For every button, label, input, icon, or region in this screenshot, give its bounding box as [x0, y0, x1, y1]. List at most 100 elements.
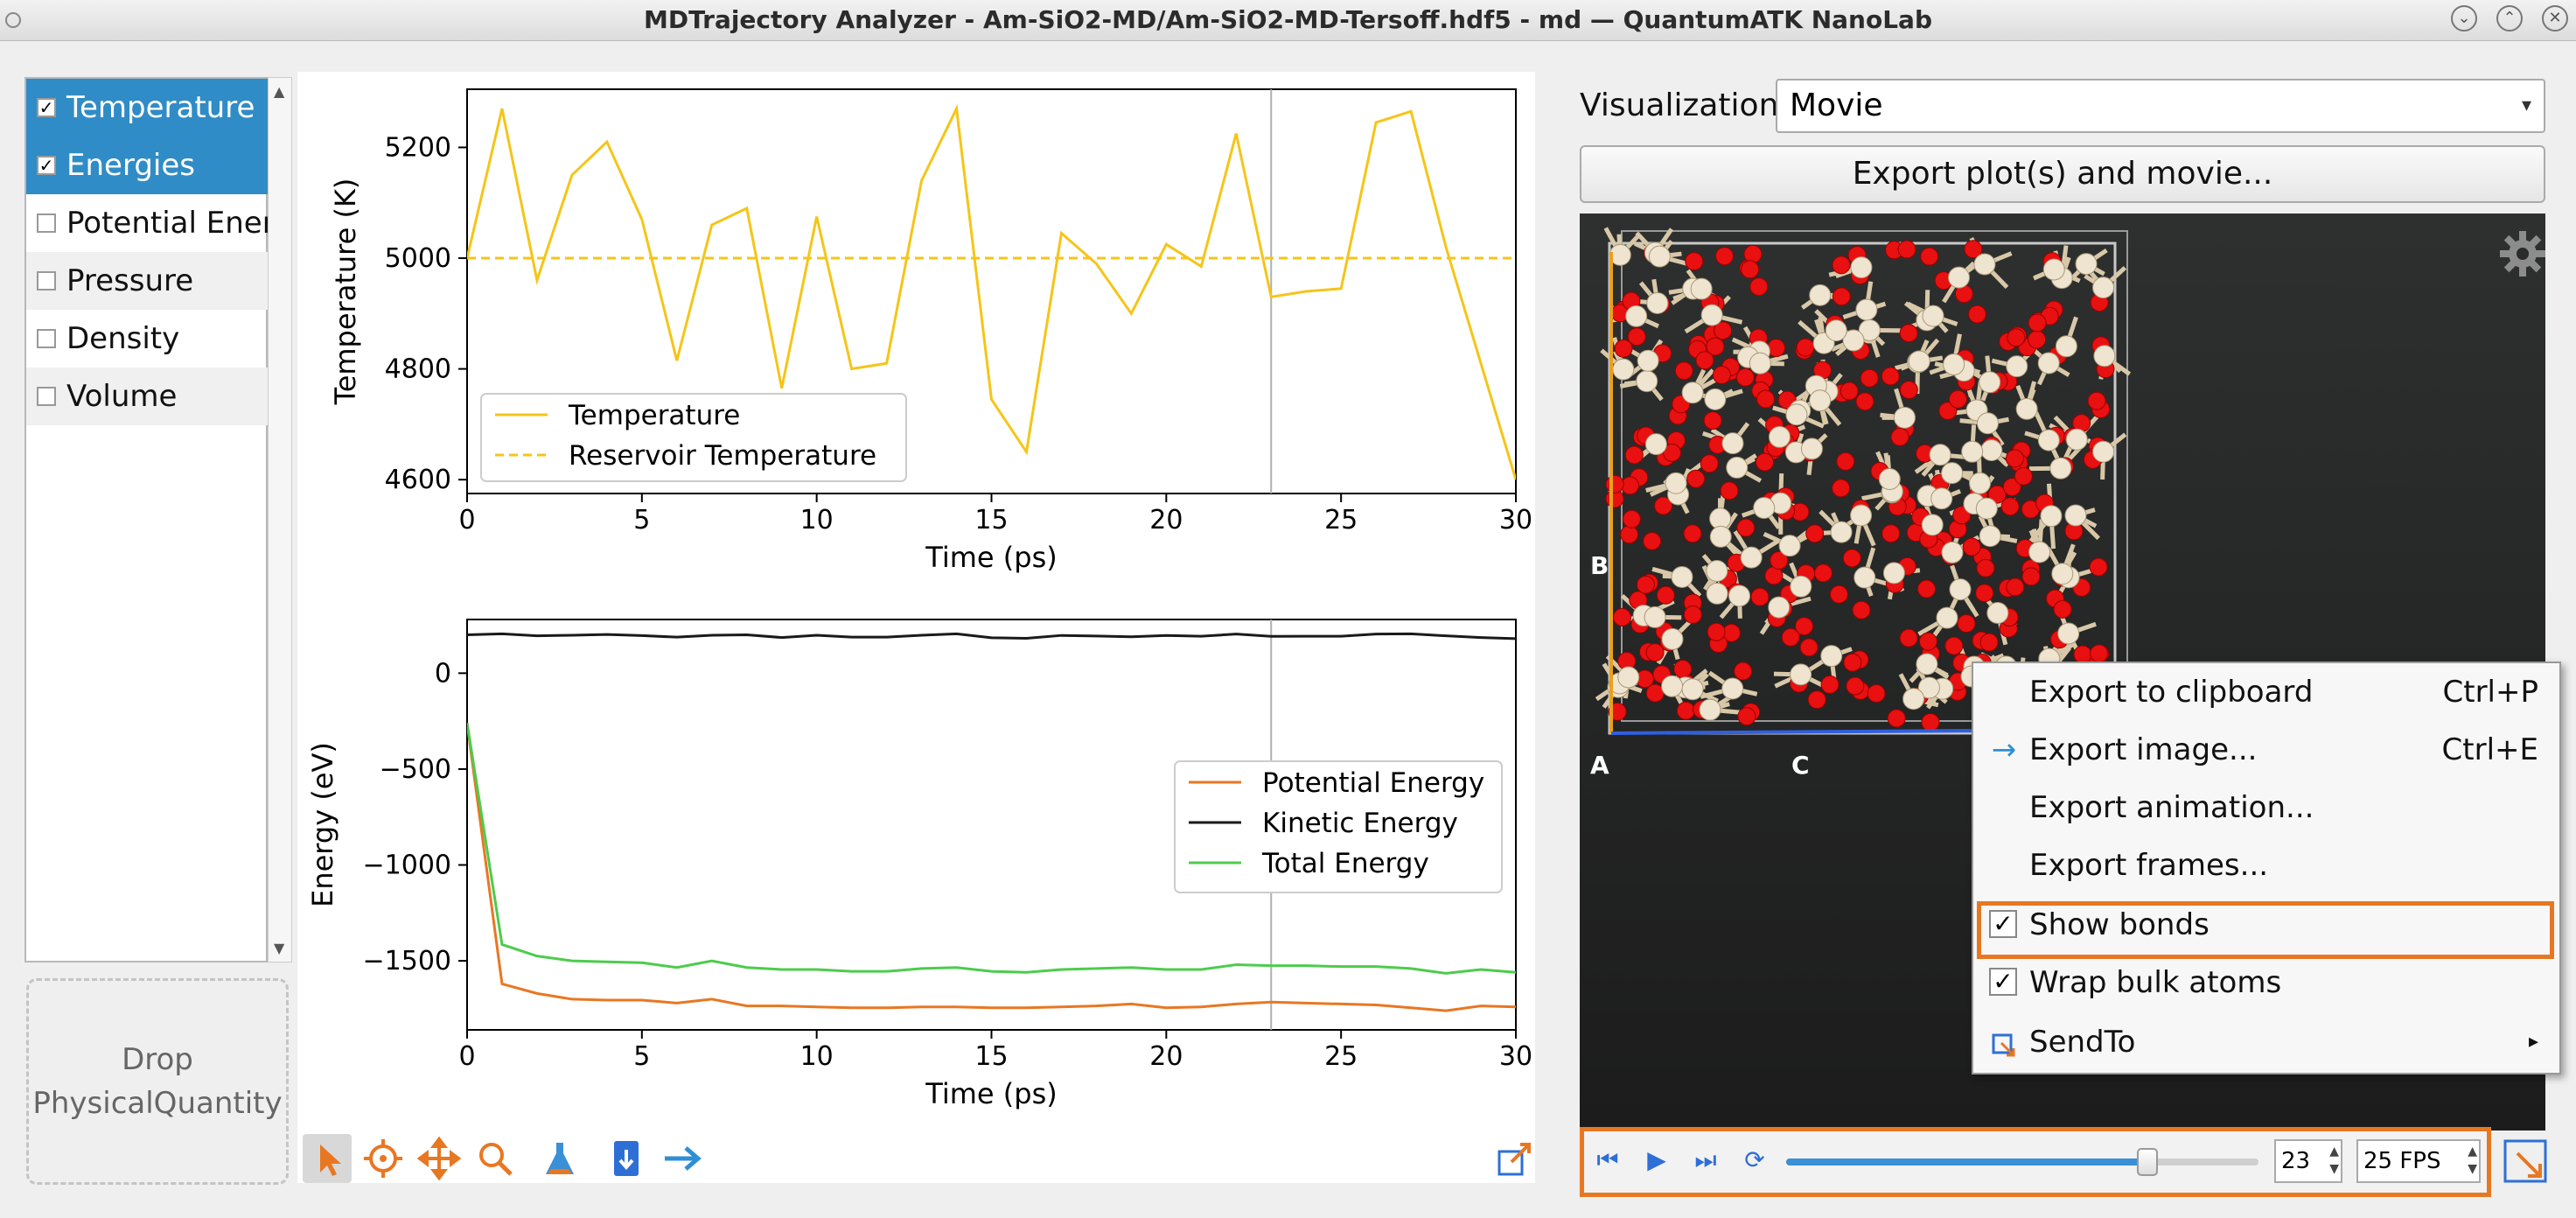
silicon-atom — [1749, 352, 1771, 374]
silicon-atom — [1929, 444, 1951, 466]
pointer-icon[interactable] — [303, 1134, 352, 1183]
drop-zone[interactable]: Drop PhysicalQuantity — [26, 978, 289, 1185]
visualization-select[interactable]: Movie ▾ — [1776, 79, 2545, 133]
oxygen-atom — [2005, 449, 2024, 468]
silicon-atom — [1699, 698, 1721, 721]
silicon-atom — [2093, 345, 2116, 368]
quantity-checkbox[interactable] — [37, 329, 56, 348]
scroll-up-icon[interactable]: ▲ — [274, 83, 284, 100]
oxygen-atom — [1750, 587, 1770, 606]
silicon-atom — [1785, 403, 1808, 426]
oxygen-atom — [1920, 247, 1939, 266]
zoom-icon[interactable] — [471, 1134, 520, 1183]
quantity-item-energies[interactable]: ✓ Energies — [26, 136, 268, 194]
energy-chart: 0 5 10 15 20 25 30 0 −500 −1000 −1500 Time (ps) Ener… — [306, 619, 1532, 1110]
quantity-item-density[interactable]: Density — [26, 310, 268, 368]
oxygen-atom — [1899, 324, 1918, 343]
oxygen-atom — [1703, 411, 1722, 430]
quantity-checkbox[interactable]: ✓ — [37, 156, 56, 175]
oxygen-atom — [1820, 675, 1840, 694]
silicon-atom — [2037, 429, 2060, 452]
silicon-atom — [2092, 276, 2115, 299]
silicon-atom — [1943, 354, 1965, 376]
quantity-item-pressure[interactable]: Pressure — [26, 252, 268, 310]
quantity-checkbox[interactable] — [37, 271, 56, 290]
oxygen-atom — [2053, 599, 2072, 619]
x-axis-label: Time (ps) — [925, 541, 1057, 574]
export-plots-movie-button[interactable]: Export plot(s) and movie... — [1580, 145, 2545, 203]
maximize-icon[interactable]: ⌃ — [2496, 5, 2523, 32]
crosshair-icon[interactable] — [359, 1134, 408, 1183]
oxygen-atom — [1756, 389, 1776, 409]
show-bonds-highlight — [1977, 901, 2554, 959]
quantity-list[interactable]: ✓ Temperature ✓ Energies Potential Energ… — [24, 77, 268, 962]
oxygen-atom — [1948, 389, 1967, 409]
x-axis-label: Time (ps) — [925, 1077, 1057, 1110]
send-arrow-icon[interactable] — [658, 1134, 707, 1183]
menu-item-export-animation[interactable]: Export animation... — [1973, 779, 2559, 836]
y-tick-label: 0 — [435, 658, 451, 689]
x-tick-label: 5 — [633, 1041, 650, 1072]
silicon-atom — [1969, 472, 1992, 494]
quantity-checkbox[interactable] — [37, 214, 56, 233]
menu-item-wrap-bulk-atoms[interactable]: ✓ Wrap bulk atoms — [1973, 954, 2559, 1012]
silicon-atom — [1709, 525, 1732, 548]
legend-label: Total Energy — [1261, 848, 1429, 879]
silicon-atom — [1882, 562, 1905, 584]
scroll-down-icon[interactable]: ▼ — [274, 940, 284, 956]
oxygen-atom — [2006, 578, 2025, 597]
menu-item-export-clipboard[interactable]: Export to clipboard Ctrl+P — [1973, 663, 2559, 721]
popout-viewer-icon[interactable] — [2502, 1138, 2551, 1186]
silicon-atom — [1644, 433, 1667, 456]
silicon-atom — [1908, 350, 1930, 373]
wrap-bulk-atoms-checkbox[interactable]: ✓ — [1989, 968, 2017, 996]
quantity-checkbox[interactable] — [37, 387, 56, 406]
pan-icon[interactable] — [415, 1134, 464, 1183]
menu-item-export-frames[interactable]: Export frames... — [1973, 836, 2559, 894]
close-icon[interactable]: ✕ — [2542, 5, 2568, 32]
save-data-icon[interactable] — [602, 1134, 651, 1183]
minimize-icon[interactable]: ⌄ — [2451, 5, 2477, 32]
quantity-item-potential-energy[interactable]: Potential Energy — [26, 194, 268, 252]
oxygen-atom — [1979, 633, 1999, 652]
oxygen-atom — [1735, 368, 1755, 387]
oxygen-atom — [1957, 614, 1976, 634]
oxygen-atom — [1712, 366, 1731, 385]
oxygen-atom — [1832, 287, 1851, 306]
oxygen-atom — [2007, 328, 2026, 347]
x-tick-label: 0 — [458, 1041, 475, 1072]
oxygen-atom — [1741, 260, 1760, 279]
quantity-item-volume[interactable]: Volume — [26, 368, 268, 425]
silicon-atom — [1850, 256, 1873, 279]
silicon-atom — [2015, 397, 2038, 420]
oxygen-atom — [1918, 632, 1937, 651]
oxygen-atom — [1605, 474, 1624, 494]
oxygen-atom — [1622, 509, 1641, 528]
quantity-item-temperature[interactable]: ✓ Temperature — [26, 79, 268, 136]
oxygen-atom — [2089, 557, 2108, 577]
silicon-atom — [1961, 440, 1984, 463]
silicon-atom — [1979, 525, 2001, 548]
axis-label-b: B — [1590, 551, 1609, 580]
oxygen-atom — [1720, 481, 1739, 500]
y-tick-label: 5000 — [385, 243, 451, 274]
silicon-atom — [1700, 304, 1723, 326]
silicon-atom — [1704, 388, 1727, 410]
flask-icon[interactable] — [535, 1134, 584, 1183]
gear-icon[interactable] — [2498, 229, 2545, 282]
oxygen-atom — [1643, 531, 1662, 550]
silicon-atom — [1979, 371, 2001, 394]
temperature-chart: 0 5 10 15 20 25 30 4600 4800 5000 5200 Time (ps) Tem… — [329, 88, 1532, 574]
popout-icon[interactable] — [1490, 1134, 1539, 1183]
oxygen-atom — [1962, 537, 1981, 556]
menu-item-sendto[interactable]: SendTo ▸ — [1973, 1013, 2559, 1071]
silicon-atom — [1646, 291, 1669, 314]
silicon-atom — [2055, 335, 2077, 358]
plot-canvas[interactable]: 0 5 10 15 20 25 304600480050005200Time (ps)Tem… — [297, 72, 1535, 1183]
oxygen-atom — [1734, 662, 1753, 681]
quantity-list-scrollbar[interactable]: ▲ ▼ — [268, 77, 292, 962]
menu-item-export-image[interactable]: → Export image... Ctrl+E — [1973, 721, 2559, 779]
silicon-atom — [1617, 666, 1640, 689]
quantity-checkbox[interactable]: ✓ — [37, 98, 56, 117]
y-axis-label: Temperature (K) — [329, 178, 362, 406]
